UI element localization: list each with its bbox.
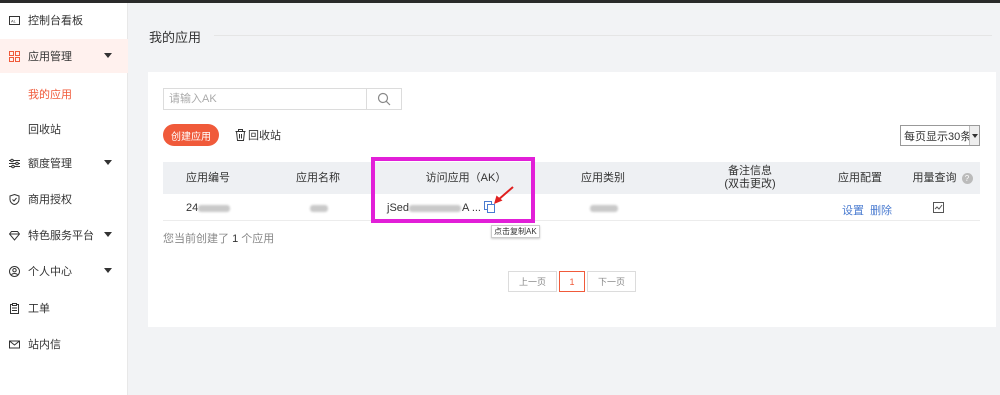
svg-text:AL: AL	[11, 18, 17, 23]
delete-link[interactable]: 删除	[870, 205, 892, 217]
user-icon	[9, 265, 20, 277]
page-1-button[interactable]: 1	[559, 271, 585, 292]
chart-icon	[933, 202, 944, 213]
sidebar-item-featured-services[interactable]: 特色服务平台	[0, 218, 128, 252]
cell-category	[590, 202, 618, 214]
clipboard-icon	[9, 302, 20, 314]
chevron-down-icon	[104, 232, 112, 237]
col-config: 应用配置	[838, 171, 882, 184]
copy-tooltip: 点击复制AK	[491, 225, 540, 238]
search-box	[163, 88, 402, 110]
search-input[interactable]	[164, 89, 366, 109]
sidebar-item-personal-center[interactable]: 个人中心	[0, 254, 128, 288]
recycle-bin-button[interactable]: 回收站	[235, 127, 281, 143]
sidebar-item-label: 特色服务平台	[28, 230, 94, 242]
cell-app-id: 24	[186, 202, 231, 214]
sidebar-subitem-my-apps[interactable]: 我的应用	[28, 86, 72, 102]
col-category: 应用类别	[581, 171, 625, 184]
sidebar-item-label: 控制台看板	[28, 15, 83, 27]
dashboard-icon: AL	[9, 15, 20, 26]
table-header: 应用编号 应用名称 访问应用（AK） 应用类别 备注信息 (双击更改) 应用配置…	[163, 162, 980, 194]
next-page-button[interactable]: 下一页	[587, 271, 636, 292]
grid-icon	[9, 50, 20, 62]
help-icon[interactable]: ?	[961, 172, 973, 184]
trash-icon	[235, 129, 246, 141]
sidebar-item-dashboard[interactable]: AL 控制台看板	[0, 3, 128, 37]
sidebar-item-messages[interactable]: 站内信	[0, 327, 128, 361]
col-app-id: 应用编号	[186, 171, 230, 184]
chevron-down-icon	[104, 160, 112, 165]
create-app-button[interactable]: 创建应用	[163, 124, 219, 146]
sidebar-item-label: 应用管理	[28, 51, 72, 63]
page-size-select[interactable]: 每页显示30条	[900, 125, 980, 146]
sidebar-subitem-recycle-bin[interactable]: 回收站	[28, 121, 61, 137]
prev-page-button[interactable]: 上一页	[508, 271, 557, 292]
sidebar-item-label: 商用授权	[28, 194, 72, 206]
sidebar-item-quota-management[interactable]: 额度管理	[0, 146, 128, 180]
chevron-down-icon	[104, 53, 112, 58]
shield-icon	[9, 193, 20, 205]
search-icon	[377, 92, 391, 106]
sidebar-item-label: 额度管理	[28, 158, 72, 170]
page-title: 我的应用	[149, 30, 202, 45]
usage-chart-button[interactable]	[933, 202, 944, 216]
app-count-summary: 您当前创建了 1 个应用	[163, 233, 275, 245]
top-bar	[0, 0, 1000, 3]
col-usage: 用量查询 ?	[905, 162, 980, 194]
sidebar-item-label: 工单	[28, 303, 50, 315]
sidebar-item-label: 个人中心	[28, 266, 72, 278]
chevron-down-icon	[104, 268, 112, 273]
sidebar: AL 控制台看板 应用管理 我的应用 回收站 额度管理 商用授权 特色服务平台	[0, 3, 128, 395]
sliders-icon	[9, 158, 20, 169]
diamond-icon	[9, 230, 20, 241]
cell-app-name	[310, 202, 328, 214]
recycle-bin-label: 回收站	[248, 130, 281, 142]
cell-config: 设置 删除	[842, 202, 892, 218]
sidebar-item-tickets[interactable]: 工单	[0, 291, 128, 325]
col-remark: 备注信息 (双击更改)	[724, 165, 776, 190]
mail-icon	[9, 339, 20, 350]
sidebar-item-commercial-license[interactable]: 商用授权	[0, 182, 128, 216]
settings-link[interactable]: 设置	[842, 205, 864, 217]
page-size-value: 每页显示30条	[904, 130, 972, 143]
chevron-down-icon	[969, 126, 979, 145]
sidebar-item-label: 站内信	[28, 339, 61, 351]
red-arrow-annotation	[494, 186, 514, 204]
col-app-name: 应用名称	[296, 171, 340, 184]
search-button[interactable]	[366, 89, 401, 109]
title-divider	[214, 35, 992, 36]
row-divider	[163, 220, 980, 221]
sidebar-item-app-management[interactable]: 应用管理	[0, 39, 128, 73]
